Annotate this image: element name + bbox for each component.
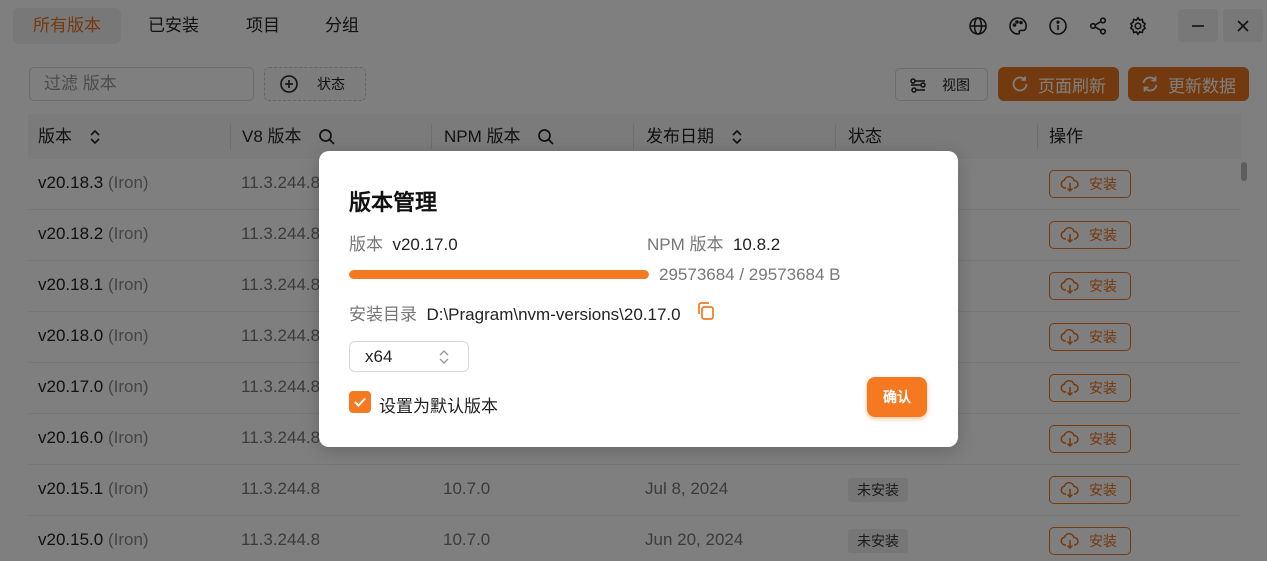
dir-value: D:\Pragram\nvm-versions\20.17.0 [426,305,681,324]
version-info: 版本 v20.17.0 [349,230,458,255]
progress-text: 29573684 / 29573684 B [659,265,841,284]
dir-label: 安装目录 [349,305,417,324]
download-progress-bar [349,270,649,279]
npm-label: NPM 版本 [647,235,724,254]
download-progress-fill [349,270,649,279]
default-version-label[interactable]: 设置为默认版本 [379,392,498,417]
app-window: 所有版本 已安装 项目 分组 过滤 版本 状态 视图 [0,0,1267,561]
version-label: 版本 [349,235,383,254]
arch-value: x64 [365,347,393,366]
copy-icon[interactable] [696,301,716,326]
arch-select[interactable]: x64 [349,341,469,372]
confirm-button[interactable]: 确认 [867,377,927,417]
select-arrows-icon [439,350,449,364]
npm-info: NPM 版本 10.8.2 [647,230,780,255]
check-icon [354,397,366,407]
default-version-checkbox[interactable] [349,391,371,413]
version-manage-dialog: 版本管理 版本 v20.17.0 NPM 版本 10.8.2 29573684 … [319,151,958,447]
npm-value: 10.8.2 [732,235,781,254]
dialog-title: 版本管理 [349,190,438,215]
install-dir-info: 安装目录 D:\Pragram\nvm-versions\20.17.0 [349,300,681,325]
version-value: v20.17.0 [392,235,458,254]
